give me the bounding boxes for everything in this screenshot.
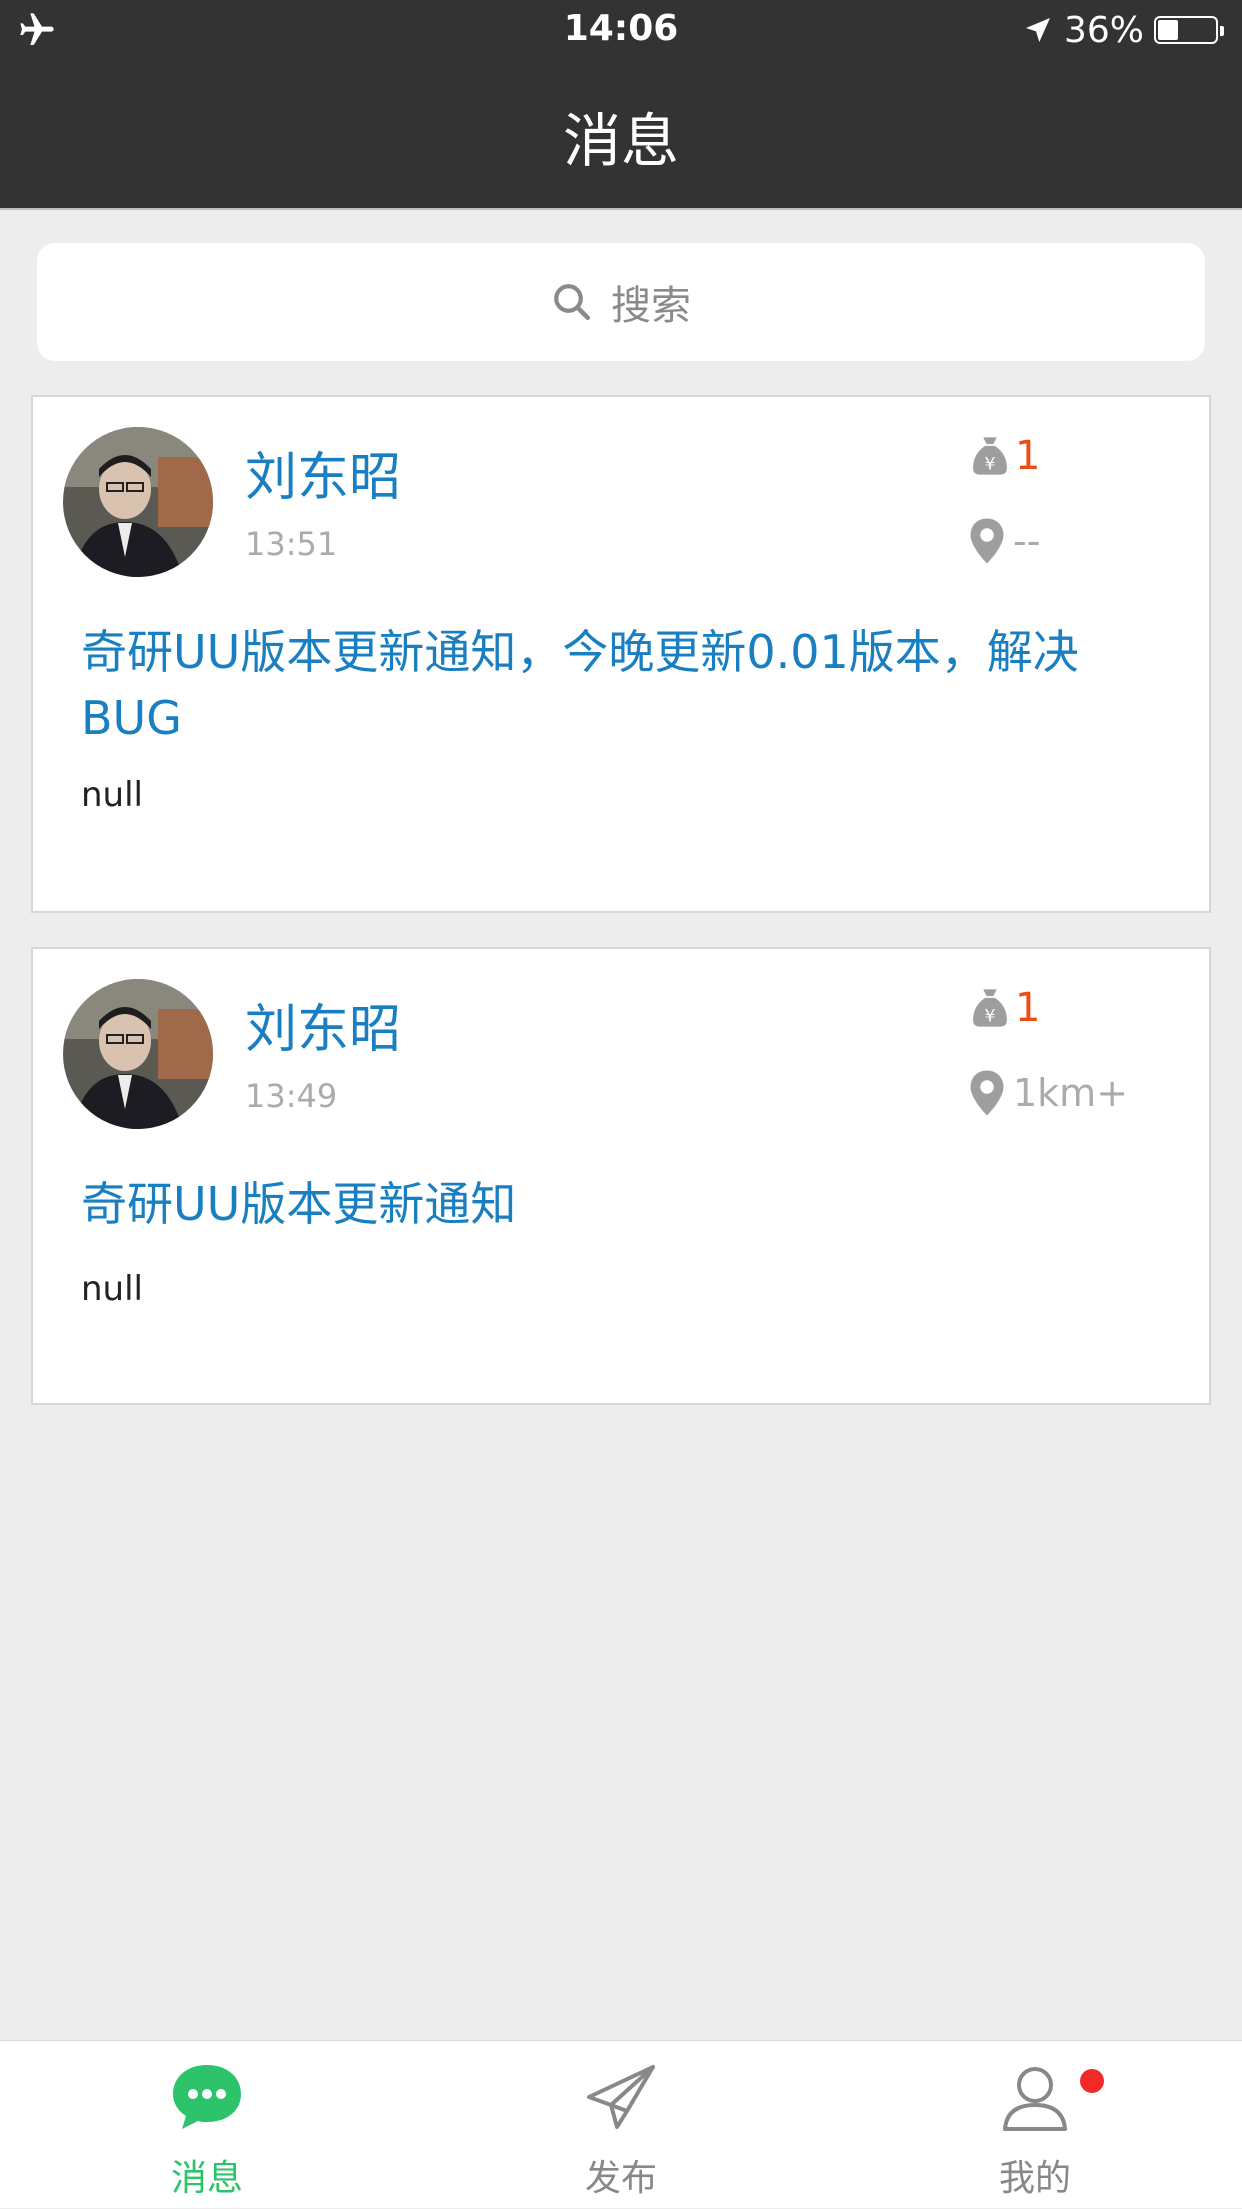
page-title: 消息 [562,107,679,175]
paper-plane-icon [587,2065,655,2129]
search-icon [554,284,591,321]
reward-count: 1 [1015,433,1041,479]
message-card[interactable]: 刘东昭 13:49 ¥ 1 1km+ 奇研UU版本更新通知 null [31,947,1211,1405]
author-name[interactable]: 刘东昭 [245,435,401,510]
message-body: null [81,1269,143,1309]
reward-count: 1 [1015,985,1041,1031]
tab-publish[interactable]: 发布 [414,2041,828,2209]
money-bag-icon: ¥ [973,437,1007,475]
location-distance: -- [1013,519,1041,563]
search-placeholder: 搜索 [611,283,691,329]
location-arrow-icon [1025,18,1050,42]
message-title[interactable]: 奇研UU版本更新通知，今晚更新0.01版本，解决BUG [81,619,1161,751]
author-name[interactable]: 刘东昭 [245,987,401,1062]
tab-label: 我的 [998,2158,1071,2199]
message-body: null [81,775,143,815]
message-title[interactable]: 奇研UU版本更新通知 [81,1171,1161,1237]
notification-dot [1080,2069,1104,2093]
tab-label: 发布 [584,2158,657,2199]
user-icon [1003,2067,1067,2131]
avatar[interactable] [63,427,213,577]
tab-label: 消息 [170,2158,243,2199]
search-bar[interactable]: 搜索 [37,243,1205,361]
location-indicator: 1km+ [969,1069,1128,1117]
battery-percent: 36% [1063,9,1144,51]
timestamp: 13:51 [245,525,338,563]
battery-fill [1158,20,1179,40]
svg-text:¥: ¥ [985,1006,996,1026]
money-bag-icon: ¥ [973,989,1007,1027]
tab-me[interactable]: 我的 [828,2041,1242,2209]
location-distance: 1km+ [1013,1071,1129,1115]
reward-indicator: ¥ 1 [969,433,1040,479]
message-card[interactable]: 刘东昭 13:51 ¥ 1 -- 奇研UU版本更新通知，今晚更新0.01版本，解… [31,395,1211,913]
avatar[interactable] [63,979,213,1129]
svg-text:¥: ¥ [985,454,996,474]
chat-bubble-icon [173,2065,241,2129]
tab-bar: 消息 发布 我的 [0,2040,1242,2208]
status-bar: 14:06 36% [0,0,1242,60]
tab-messages[interactable]: 消息 [0,2041,414,2209]
timestamp: 13:49 [245,1077,338,1115]
location-pin-icon [970,518,1004,564]
reward-indicator: ¥ 1 [969,985,1040,1031]
battery-icon [1154,16,1224,44]
location-indicator: -- [969,517,1040,565]
location-pin-icon [970,1070,1004,1116]
nav-bar: 消息 [0,60,1242,210]
